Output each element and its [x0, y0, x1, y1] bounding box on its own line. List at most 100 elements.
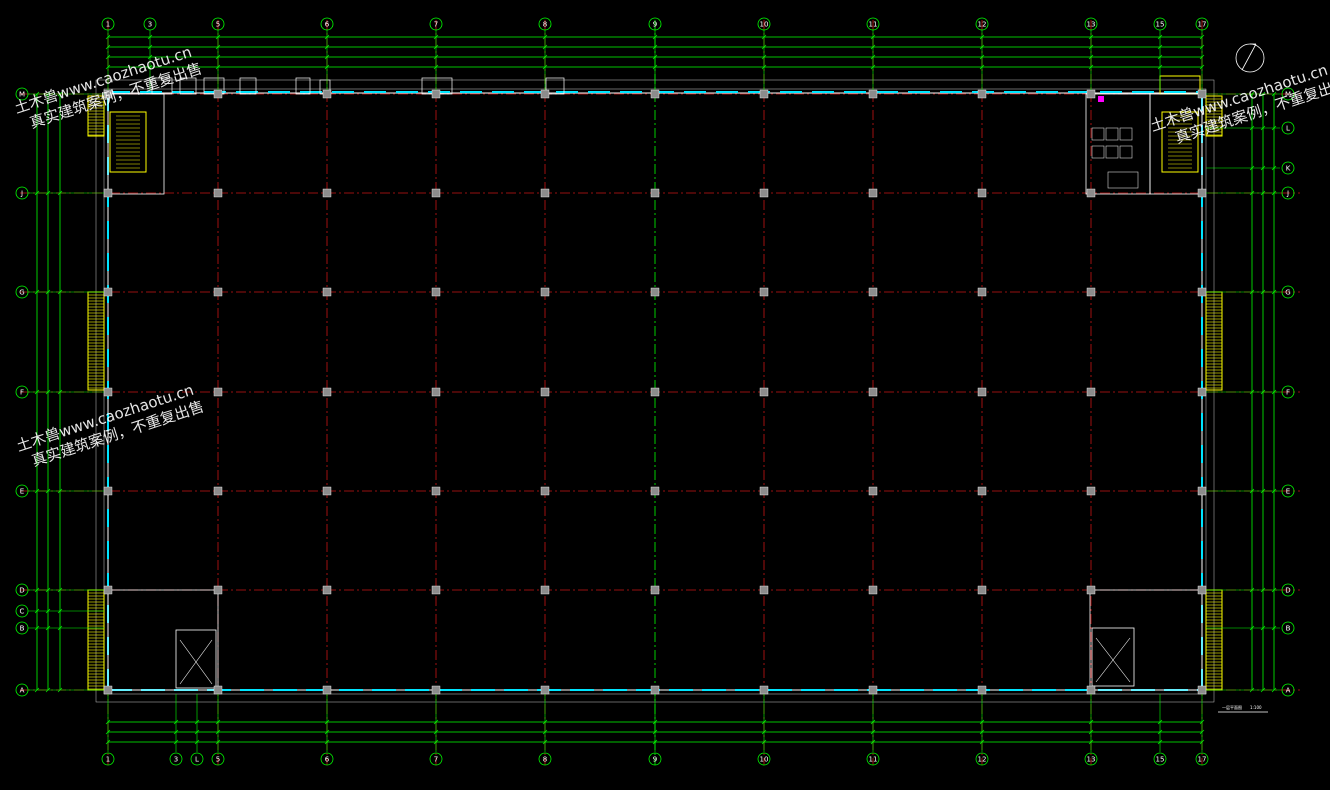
column [322, 89, 332, 99]
column [868, 89, 878, 99]
column [322, 585, 332, 595]
column [1197, 387, 1207, 397]
column [1086, 486, 1096, 496]
column [213, 287, 223, 297]
column [431, 585, 441, 595]
axis-bubble-bottom: 17 [1195, 752, 1209, 766]
svg-text:B: B [1286, 625, 1291, 633]
column [650, 486, 660, 496]
svg-text:J: J [1286, 190, 1289, 198]
column [1086, 685, 1096, 695]
magenta-marker [1098, 96, 1104, 102]
svg-text:1: 1 [106, 21, 110, 29]
column [540, 287, 550, 297]
column [977, 585, 987, 595]
column [977, 287, 987, 297]
floor-plan-drawing: 1 3 5 6 7 8 9 10 11 12 13 15 17 1 3 L 5 6 7 8 9 10 11 12 13 15 17… [0, 0, 1330, 790]
svg-text:8: 8 [543, 21, 547, 29]
column [1197, 188, 1207, 198]
axis-bubble-top: 10 [757, 17, 771, 31]
column [1197, 287, 1207, 297]
svg-text:B: B [20, 625, 25, 633]
column [103, 486, 113, 496]
column [431, 685, 441, 695]
column [650, 188, 660, 198]
svg-text:7: 7 [434, 756, 438, 764]
svg-text:F: F [20, 389, 24, 397]
column [977, 387, 987, 397]
svg-text:E: E [20, 488, 24, 496]
svg-text:A: A [1286, 687, 1291, 695]
column [103, 585, 113, 595]
column [650, 89, 660, 99]
column [213, 387, 223, 397]
column [868, 287, 878, 297]
column [1197, 89, 1207, 99]
column [759, 89, 769, 99]
column [1197, 585, 1207, 595]
svg-text:9: 9 [653, 756, 657, 764]
svg-text:5: 5 [216, 21, 220, 29]
column [431, 387, 441, 397]
svg-text:A: A [20, 687, 25, 695]
column [1086, 89, 1096, 99]
column [540, 685, 550, 695]
drawing-scale: 1:100 [1250, 705, 1262, 710]
svg-text:3: 3 [174, 756, 178, 764]
column [103, 685, 113, 695]
svg-text:17: 17 [1198, 21, 1207, 29]
axis-bubble-top: 15 [1153, 17, 1167, 31]
svg-text:6: 6 [325, 756, 330, 764]
svg-text:C: C [20, 608, 25, 616]
drawing-title: 一层平面图 [1222, 704, 1242, 710]
axis-bubble-top: 11 [866, 17, 880, 31]
svg-text:D: D [19, 587, 24, 595]
column [759, 287, 769, 297]
axis-bubble-top: 13 [1084, 17, 1098, 31]
svg-text:11: 11 [869, 756, 878, 764]
column [650, 585, 660, 595]
axis-bubble-bottom: 15 [1153, 752, 1167, 766]
column [868, 685, 878, 695]
svg-text:3: 3 [148, 21, 152, 29]
svg-text:L: L [1286, 125, 1290, 133]
column [1197, 685, 1207, 695]
axis-bubble-bottom: 11 [866, 752, 880, 766]
svg-text:13: 13 [1087, 756, 1096, 764]
column [213, 89, 223, 99]
column [213, 585, 223, 595]
column [1197, 486, 1207, 496]
column [213, 685, 223, 695]
column [977, 89, 987, 99]
column [103, 89, 113, 99]
svg-text:G: G [19, 289, 24, 297]
column [540, 585, 550, 595]
column [650, 387, 660, 397]
svg-text:17: 17 [1198, 756, 1207, 764]
column [213, 486, 223, 496]
column [1086, 287, 1096, 297]
svg-text:15: 15 [1156, 21, 1165, 29]
column [322, 287, 332, 297]
svg-text:11: 11 [869, 21, 878, 29]
svg-text:E: E [1286, 488, 1290, 496]
column [540, 188, 550, 198]
svg-text:12: 12 [978, 756, 987, 764]
drawing-background [0, 0, 1330, 790]
column [431, 486, 441, 496]
column [1086, 188, 1096, 198]
column [103, 387, 113, 397]
svg-text:1: 1 [106, 756, 110, 764]
svg-text:12: 12 [978, 21, 987, 29]
svg-text:9: 9 [653, 21, 657, 29]
svg-text:G: G [1285, 289, 1290, 297]
column [1086, 585, 1096, 595]
axis-bubble-top: 12 [975, 17, 989, 31]
column [540, 387, 550, 397]
column [868, 486, 878, 496]
svg-text:6: 6 [325, 21, 330, 29]
svg-text:15: 15 [1156, 756, 1165, 764]
svg-text:8: 8 [543, 756, 547, 764]
column [540, 89, 550, 99]
svg-text:F: F [1286, 389, 1290, 397]
